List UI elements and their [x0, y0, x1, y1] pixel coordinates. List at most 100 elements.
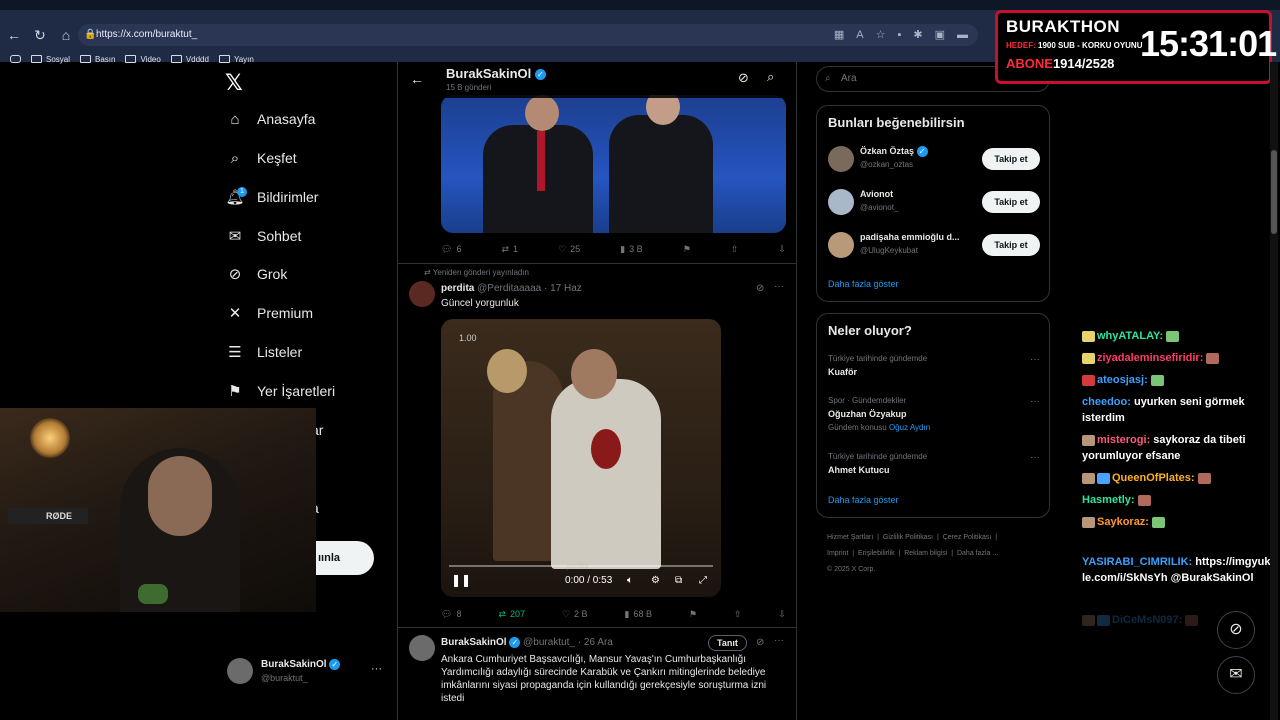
more-dots-icon[interactable]: ··· — [371, 663, 382, 675]
download-button[interactable]: ⇩ — [778, 241, 786, 257]
bookmark-icon: ⚑ — [688, 608, 697, 619]
reply-button[interactable]: 💬︎ 6 — [441, 241, 461, 257]
trend-item[interactable]: Türkiye tarihinde gündemde Ahmet Kutucu … — [828, 452, 1040, 475]
show-more-link[interactable]: Daha fazla göster — [828, 279, 899, 289]
read-aloud-icon[interactable]: A — [856, 24, 863, 46]
grok-icon[interactable]: ⊘ — [756, 283, 764, 294]
like-button[interactable]: ♡ 2 B — [562, 606, 588, 622]
extension-icon[interactable]: ▪ — [897, 24, 901, 46]
extension-icon[interactable]: ▣ — [935, 24, 945, 46]
grok-float-button[interactable]: ⊘ — [1217, 611, 1255, 649]
chat-message: misterogi: saykoraz da tibeti yorumluyor… — [1082, 434, 1246, 462]
home-icon[interactable]: ⌂ — [54, 23, 78, 47]
messages-float-button[interactable]: ✉ — [1217, 656, 1255, 694]
bookmark-button[interactable]: ⚑ — [689, 606, 697, 622]
back-arrow-icon[interactable]: ← — [410, 71, 424, 87]
trend-meta: Türkiye tarihinde gündemde — [828, 452, 928, 461]
follow-button[interactable]: Takip et — [982, 191, 1040, 213]
account-switcher[interactable]: BurakSakinOl ✓ @buraktut_ ··· — [227, 657, 387, 687]
bell-icon: 🔔︎ 1 — [225, 187, 247, 207]
avatar — [828, 232, 854, 258]
more-dots-icon[interactable]: ··· — [1030, 452, 1040, 463]
chart-icon: ▮ — [620, 243, 626, 254]
bookmark-folder[interactable]: Video — [125, 55, 161, 64]
nav-item-notifications[interactable]: 🔔︎ 1 Bildirimler — [225, 184, 318, 210]
nav-item-explore[interactable]: ⌕ Keşfet — [225, 145, 297, 171]
reply-icon: 💬︎ — [441, 243, 453, 254]
image-figure — [609, 115, 713, 233]
follow-suggestion[interactable]: padişaha emmioğlu d... @UlugKeykubat Tak… — [828, 230, 1040, 260]
trend-meta: Türkiye tarihinde gündemde — [828, 354, 928, 363]
emote-icon — [1152, 516, 1166, 528]
share-button[interactable]: ⇧ — [734, 606, 742, 622]
emote-icon — [1185, 614, 1199, 626]
extension-icon[interactable]: ▬ — [957, 24, 968, 46]
pause-icon[interactable]: ❚❚ — [451, 573, 471, 587]
video-player[interactable]: 1.00 perdita ❚❚ 0:00 / 0:53 🔈︎ ⚙ ⧉ ⤢ — [441, 319, 721, 597]
extension-icon[interactable]: ✱ — [913, 24, 922, 46]
more-dots-icon[interactable]: ··· — [774, 635, 784, 646]
settings-icon[interactable]: ⚙ — [651, 575, 660, 586]
grok-icon[interactable]: ⊘ — [756, 637, 764, 648]
avatar — [828, 189, 854, 215]
follow-button[interactable]: Takip et — [982, 148, 1040, 170]
favorite-star-icon[interactable]: ☆ — [876, 24, 886, 46]
nav-item-home[interactable]: ⌂ Anasayfa — [225, 106, 315, 132]
download-button[interactable]: ⇩ — [778, 606, 786, 622]
overlay-title: BURAKTHON — [1006, 17, 1121, 36]
chat-message: Saykoraz: — [1082, 514, 1272, 530]
heart-icon: ♡ — [558, 243, 567, 254]
x-icon: ✕ — [228, 305, 242, 322]
trend-item[interactable]: Türkiye tarihinde gündemde Kuaför ··· — [828, 354, 1040, 377]
show-more-link[interactable]: Daha fazla göster — [828, 495, 899, 505]
more-dots-icon[interactable]: ··· — [1030, 396, 1040, 407]
repost-note: ⇄ Yeniden gönderi yayınladın — [424, 268, 530, 277]
bookmark-folder[interactable]: Basın — [80, 55, 115, 64]
address-bar[interactable]: 🔒 https://x.com/buraktut_ ▦ A ☆ ▪ ✱ ▣ ▬ — [78, 24, 978, 46]
bookmark-folder[interactable]: Vdddd — [170, 55, 209, 64]
picture-in-picture-icon[interactable]: ⧉ — [675, 575, 682, 586]
nav-item-premium[interactable]: ✕ Premium — [225, 300, 313, 326]
reload-icon[interactable]: ↻ — [28, 23, 52, 47]
image-backdrop-text — [711, 125, 771, 185]
bookmark-icon-reader[interactable] — [10, 55, 21, 63]
trend-item[interactable]: Spor · Gündemdekiler Oğuzhan Özyakup Gün… — [828, 396, 1040, 432]
follow-button[interactable]: Takip et — [982, 234, 1040, 256]
avatar — [828, 146, 854, 172]
grok-icon[interactable]: ⊘ — [738, 70, 749, 86]
nav-item-grok[interactable]: ⊘ Grok — [225, 261, 288, 287]
tweet-image[interactable] — [441, 95, 786, 233]
x-logo-icon[interactable]: 𝕏 — [225, 70, 243, 96]
views-button[interactable]: ▮ 68 B — [624, 606, 651, 622]
promote-button[interactable]: Tanıt — [708, 635, 747, 651]
bookmark-folder[interactable]: Sosyal — [31, 55, 70, 64]
back-icon[interactable]: ← — [2, 23, 26, 47]
bookmark-button[interactable]: ⚑ — [683, 241, 691, 257]
fullscreen-icon[interactable]: ⤢ — [699, 575, 707, 586]
follow-suggestion[interactable]: Özkan Öztaş ✓ @ozkan_oztas Takip et — [828, 144, 1040, 174]
views-button[interactable]: ▮ 3 B — [620, 241, 642, 257]
nav-item-messages[interactable]: ✉ Sohbet — [225, 223, 302, 249]
nav-item-bookmarks[interactable]: ⚑ Yer İşaretleri — [225, 378, 335, 404]
reply-button[interactable]: 💬︎ 8 — [441, 606, 461, 622]
repost-icon: ⇄ — [424, 268, 431, 277]
video-speed: 1.00 — [459, 333, 477, 343]
repost-button[interactable]: ⇄ 1 — [501, 241, 518, 257]
like-button[interactable]: ♡ 25 — [558, 241, 580, 257]
avatar[interactable] — [409, 635, 435, 661]
reader-icon[interactable]: ▦ — [834, 24, 844, 46]
volume-icon[interactable]: 🔈︎ — [627, 575, 633, 586]
more-dots-icon[interactable]: ··· — [1030, 354, 1040, 365]
tweet-author[interactable]: BurakSakinOl — [441, 637, 507, 648]
nav-item-lists[interactable]: ☰ Listeler — [225, 339, 302, 365]
more-dots-icon[interactable]: ··· — [774, 281, 784, 292]
share-button[interactable]: ⇧ — [731, 241, 739, 257]
shirt-logo — [138, 584, 168, 604]
search-icon[interactable]: ⌕ — [767, 69, 774, 85]
follow-suggestion[interactable]: Avionot @avionot_ Takip et — [828, 187, 1040, 217]
scroll-thumb[interactable] — [1271, 150, 1277, 234]
repost-button[interactable]: ⇄ 207 — [498, 606, 525, 622]
emote-icon — [1082, 516, 1095, 528]
avatar[interactable] — [409, 281, 435, 307]
tweet-author[interactable]: perdita — [441, 283, 474, 294]
